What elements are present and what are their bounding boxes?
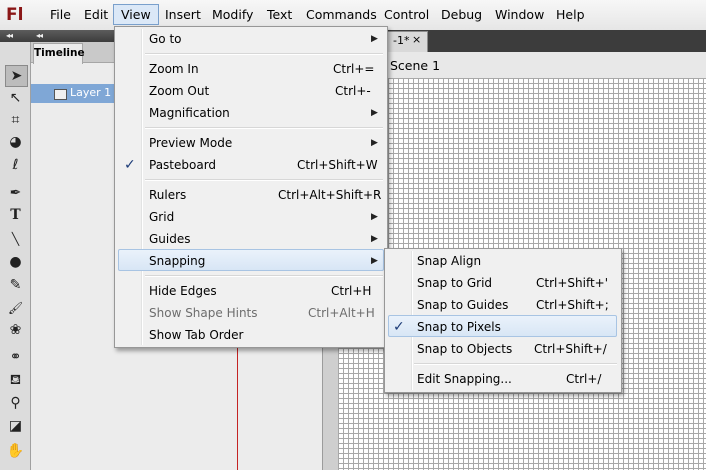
pencil-tool-icon[interactable]: ✎ xyxy=(5,275,26,295)
checkmark-icon: ✓ xyxy=(393,319,405,335)
menu-item-hide-edges[interactable]: Hide Edges xyxy=(149,280,217,302)
menu-debug[interactable]: Debug xyxy=(434,5,489,24)
eraser-tool-icon[interactable]: ◪ xyxy=(5,416,26,436)
submenu-arrow-icon: ▶ xyxy=(371,234,378,244)
brush-tool-icon[interactable]: 🖌 xyxy=(5,298,26,318)
playhead-line xyxy=(237,346,238,470)
menu-text[interactable]: Text xyxy=(260,5,299,24)
menu-modify[interactable]: Modify xyxy=(205,5,260,24)
menu-item-preview-mode[interactable]: Preview Mode xyxy=(149,132,232,154)
menu-item-snap-to-objects[interactable]: Snap to Objects xyxy=(417,338,512,360)
shortcut-snap-to-grid: Ctrl+Shift+' xyxy=(536,276,609,290)
menu-separator xyxy=(145,127,383,129)
menu-item-magnification[interactable]: Magnification xyxy=(149,102,230,124)
layer-name[interactable]: Layer 1 xyxy=(70,86,111,100)
flash-logo-icon: Fl xyxy=(6,5,24,25)
shortcut-snap-to-objects: Ctrl+Shift+/ xyxy=(534,342,607,356)
submenu-arrow-icon: ▶ xyxy=(371,138,378,148)
eyedropper-tool-icon[interactable]: ⚲ xyxy=(5,393,26,413)
3d-rotation-tool-icon[interactable]: ◕ xyxy=(5,132,26,152)
collapse-tools-icon[interactable]: ◂◂ xyxy=(6,31,13,41)
shortcut-pasteboard: Ctrl+Shift+W xyxy=(297,158,378,172)
deco-tool-icon[interactable]: ❀ xyxy=(5,320,26,340)
menu-item-snap-align[interactable]: Snap Align xyxy=(417,250,481,272)
menu-separator xyxy=(414,363,617,365)
menu-separator xyxy=(145,275,383,277)
menu-item-guides[interactable]: Guides xyxy=(149,228,191,250)
menu-item-show-tab-order[interactable]: Show Tab Order xyxy=(149,324,243,346)
view-menu: Go to ▶ Zoom In Ctrl+= Zoom Out Ctrl+- M… xyxy=(114,26,388,348)
shortcut-snap-to-guides: Ctrl+Shift+; xyxy=(536,298,609,312)
text-tool-icon[interactable]: T xyxy=(5,205,26,225)
shortcut-zoom-out: Ctrl+- xyxy=(335,84,371,98)
menu-item-edit-snapping[interactable]: Edit Snapping... xyxy=(417,368,512,390)
menu-control[interactable]: Control xyxy=(377,5,436,24)
collapse-timeline-icon[interactable]: ◂◂ xyxy=(36,31,43,41)
checkmark-icon: ✓ xyxy=(124,157,136,173)
lasso-tool-icon[interactable]: ℓ xyxy=(5,155,26,175)
menu-edit[interactable]: Edit xyxy=(77,5,115,24)
shortcut-show-shape-hints: Ctrl+Alt+H xyxy=(308,306,375,320)
close-icon[interactable]: × xyxy=(412,33,421,47)
menu-insert[interactable]: Insert xyxy=(158,5,208,24)
selection-tool-icon[interactable]: ➤ xyxy=(5,65,28,87)
menu-gutter xyxy=(141,29,143,345)
menu-item-show-shape-hints: Show Shape Hints xyxy=(149,306,258,320)
menu-item-snapping[interactable]: Snapping xyxy=(149,250,205,272)
menu-help[interactable]: Help xyxy=(549,5,592,24)
menu-item-snap-to-grid[interactable]: Snap to Grid xyxy=(417,272,492,294)
submenu-arrow-icon: ▶ xyxy=(371,256,378,266)
scene-breadcrumb[interactable]: Scene 1 xyxy=(390,58,440,74)
shortcut-rulers: Ctrl+Alt+Shift+R xyxy=(278,188,382,202)
submenu-arrow-icon: ▶ xyxy=(371,108,378,118)
menu-item-grid[interactable]: Grid xyxy=(149,206,174,228)
shortcut-hide-edges: Ctrl+H xyxy=(331,284,372,298)
menu-separator xyxy=(145,179,383,181)
submenu-arrow-icon: ▶ xyxy=(371,212,378,222)
menu-file[interactable]: File xyxy=(43,5,78,24)
pen-tool-icon[interactable]: ✒ xyxy=(5,183,26,203)
menu-commands[interactable]: Commands xyxy=(299,5,384,24)
menu-separator xyxy=(145,53,383,55)
document-tab-label: -1* xyxy=(393,34,410,47)
tab-timeline[interactable]: Timeline xyxy=(33,43,85,64)
hand-tool-icon[interactable]: ✋ xyxy=(5,441,26,461)
menu-view[interactable]: View xyxy=(113,4,159,25)
menu-item-zoom-in[interactable]: Zoom In xyxy=(149,58,199,80)
menu-item-pasteboard[interactable]: Pasteboard xyxy=(149,154,216,176)
menu-item-snap-to-pixels[interactable]: Snap to Pixels xyxy=(417,316,501,338)
shortcut-zoom-in: Ctrl+= xyxy=(333,62,375,76)
layer-icon xyxy=(54,89,67,100)
menu-item-zoom-out[interactable]: Zoom Out xyxy=(149,80,209,102)
bone-tool-icon[interactable]: ⚭ xyxy=(5,347,26,367)
oval-tool-icon[interactable]: ● xyxy=(5,252,26,272)
paint-bucket-tool-icon[interactable]: ⛾ xyxy=(5,370,26,390)
free-transform-tool-icon[interactable]: ⌗ xyxy=(5,110,26,130)
menu-window[interactable]: Window xyxy=(488,5,551,24)
menu-item-go-to[interactable]: Go to xyxy=(149,28,182,50)
line-tool-icon[interactable]: ╲ xyxy=(5,229,26,249)
shortcut-edit-snapping: Ctrl+/ xyxy=(566,372,602,386)
menu-item-snap-to-guides[interactable]: Snap to Guides xyxy=(417,294,508,316)
menu-item-rulers[interactable]: Rulers xyxy=(149,184,186,206)
subselection-tool-icon[interactable]: ↖ xyxy=(5,88,26,108)
snapping-submenu: Snap Align Snap to Grid Ctrl+Shift+' Sna… xyxy=(384,248,622,393)
submenu-arrow-icon: ▶ xyxy=(371,34,378,44)
